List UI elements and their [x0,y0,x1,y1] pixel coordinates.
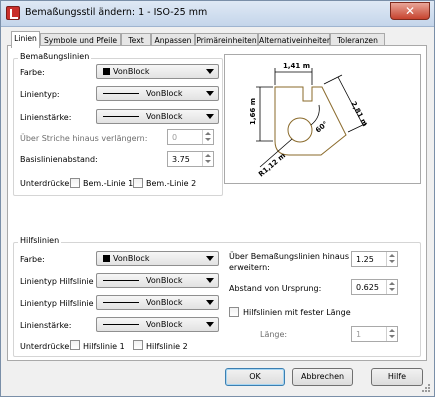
chevron-down-icon [206,91,214,96]
ueber-bem-spinner[interactable]: 1.25 [351,251,398,267]
hl-linientyp1-label: Linientyp Hilfslinie 1: [20,277,104,286]
spin-up-icon [205,132,211,135]
chevron-down-icon [206,278,214,283]
spin-up-icon [389,329,395,332]
linienstaerke-value: VonBlock [146,112,183,121]
hl-linienstaerke-value: VonBlock [146,320,183,329]
farbe-value: VonBlock [113,67,150,76]
linienstaerke-dropdown[interactable]: VonBlock [96,109,219,124]
hl-linientyp1-value: VonBlock [146,276,183,285]
feste-laenge-label: Hilfslinien mit fester Länge [243,308,351,317]
laenge-label: Länge: [260,330,288,339]
ueber-bem-value: 1.25 [356,255,374,264]
laenge-value: 1 [356,330,362,339]
linetype-preview-icon [103,302,139,303]
linientyp-value: VonBlock [146,89,183,98]
bem-linie-1-label: Bem.-Linie 1 [83,179,134,188]
lineweight-preview-icon [103,116,139,117]
ueber-bem-label-line2: erweitern: [229,263,270,272]
preview-part-hole [287,117,313,143]
hl-linienstaerke-label: Linienstärke: [20,321,72,330]
hilfe-button[interactable]: Hilfe [371,368,423,386]
abstand-value: 0.625 [356,283,379,292]
preview-dim-top: 1,41 m [283,62,310,70]
chevron-down-icon [206,114,214,119]
chevron-down-icon [206,256,214,261]
farbe-label: Farbe: [20,68,45,77]
laenge-spinner[interactable]: 1 [351,326,398,342]
lineweight-preview-icon [103,324,139,325]
preview-dim-angle: 60° [314,120,329,135]
hilfslinie-2-checkbox[interactable] [133,340,143,350]
bem-linie-1-checkbox[interactable] [70,178,80,188]
hl-farbe-label: Farbe: [20,255,45,264]
hl-farbe-dropdown[interactable]: VonBlock [96,251,219,266]
spin-down-icon [389,288,395,291]
window-title: Bemaßungsstil ändern: 1 - ISO-25 mm [25,7,208,18]
group-title-hilfslinien: Hilfslinien [18,236,62,245]
spinner-buttons[interactable] [202,130,213,144]
tab-linien[interactable]: Linien [11,31,40,48]
chevron-down-icon [206,300,214,305]
preview-dim-left: 1,66 m [249,98,257,125]
spinner-buttons[interactable] [386,280,397,294]
color-swatch [103,68,110,75]
basislinienabstand-label: Basislinienabstand: [20,155,98,164]
linetype-preview-icon [103,280,139,281]
spin-down-icon [205,138,211,141]
hilfslinie-1-label: Hilfslinie 1 [83,342,125,351]
close-button[interactable]: ✕ [390,2,430,20]
spin-down-icon [205,160,211,163]
abstand-label: Abstand von Ursprung: [229,284,322,293]
resize-grip-icon[interactable] [421,383,431,393]
hilfslinie-2-label: Hilfslinie 2 [146,342,188,351]
unterdruecken-label: Unterdrücken: [20,179,78,188]
farbe-dropdown[interactable]: VonBlock [96,64,219,79]
group-title-bemassungslinien: Bemaßungslinien [18,52,92,61]
preview-area: 1,41 m 1,66 m 2,81 m 60° R1,12 m [224,54,421,184]
feste-laenge-checkbox[interactable] [229,307,239,317]
hl-linientyp1-dropdown[interactable]: VonBlock [96,273,219,288]
spin-down-icon [389,260,395,263]
spin-up-icon [389,282,395,285]
linientyp-label: Linientyp: [20,90,60,99]
hl-linientyp2-label: Linientyp Hilfslinie 2: [20,299,104,308]
hl-linienstaerke-dropdown[interactable]: VonBlock [96,317,219,332]
spinner-buttons[interactable] [386,327,397,341]
ueber-bem-label-line1: Über Bemaßungslinien hinaus [229,252,349,261]
preview-dim-diag: 2,81 m [349,100,369,128]
spinner-buttons[interactable] [386,252,397,266]
hl-unterdruecken-label: Unterdrücken: [20,342,78,351]
abstand-spinner[interactable]: 0.625 [351,279,398,295]
linientyp-dropdown[interactable]: VonBlock [96,86,219,101]
autocad-app-icon [6,6,20,20]
linienstaerke-label: Linienstärke: [20,113,72,122]
hl-farbe-value: VonBlock [113,254,150,263]
linetype-preview-icon [103,93,139,94]
hilfslinie-1-checkbox[interactable] [70,340,80,350]
basislinienabstand-spinner[interactable]: 3.75 [167,151,214,167]
bem-linie-2-label: Bem.-Linie 2 [146,179,197,188]
basislinienabstand-value: 3.75 [172,155,190,164]
hl-linientyp2-dropdown[interactable]: VonBlock [96,295,219,310]
spinner-buttons[interactable] [202,152,213,166]
ueber-striche-spinner[interactable]: 0 [167,129,214,145]
hl-linientyp2-value: VonBlock [146,298,183,307]
spin-up-icon [205,154,211,157]
abbrechen-button[interactable]: Abbrechen [292,368,353,386]
ueber-striche-value: 0 [172,133,178,142]
ueber-striche-label: Über Striche hinaus verlängern: [20,134,148,143]
color-swatch [103,255,110,262]
title-bar[interactable]: Bemaßungsstil ändern: 1 - ISO-25 mm ✕ [1,1,434,27]
preview-angle-arc [310,104,320,126]
bem-linie-2-checkbox[interactable] [133,178,143,188]
spin-up-icon [389,254,395,257]
chevron-down-icon [206,69,214,74]
dimension-preview-drawing: 1,41 m 1,66 m 2,81 m 60° R1,12 m [249,62,369,179]
chevron-down-icon [206,322,214,327]
spin-down-icon [389,335,395,338]
ok-button[interactable]: OK [225,368,285,386]
